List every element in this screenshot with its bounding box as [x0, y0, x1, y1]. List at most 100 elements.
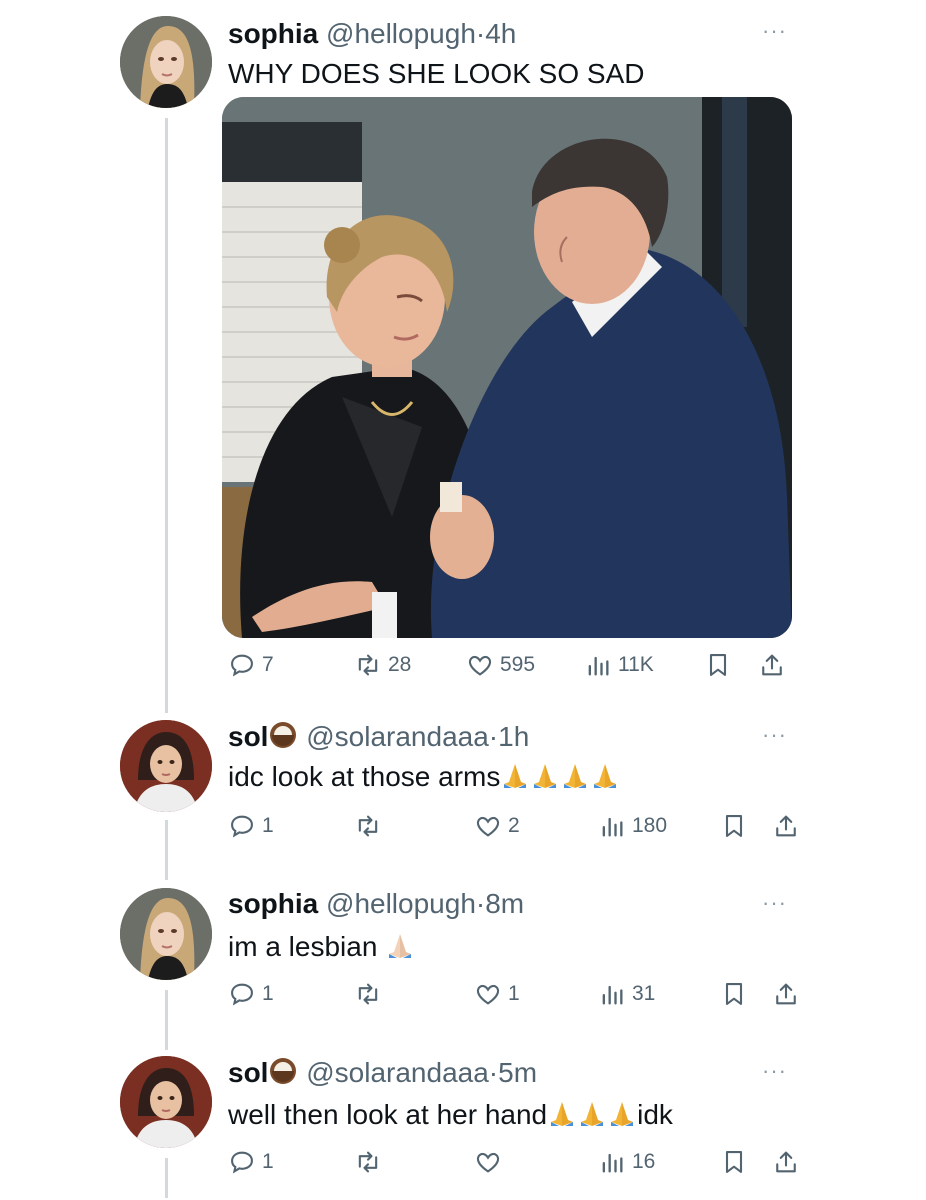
- tweet-actions: 7 28 595 11K: [228, 651, 798, 685]
- tweet[interactable]: sol @solarandaaa·5m ··· well then look a…: [0, 1050, 926, 1200]
- bar-chart-icon: [602, 1153, 623, 1173]
- views-button[interactable]: 11K: [584, 651, 654, 679]
- reply-button[interactable]: 1: [228, 812, 274, 840]
- tweet-text-content: idc look at those arms: [228, 761, 501, 792]
- speech-bubble-icon: [231, 1151, 253, 1174]
- view-count: 180: [632, 814, 668, 837]
- share-button[interactable]: [772, 980, 800, 1008]
- tweet-text: idc look at those arms: [228, 760, 620, 793]
- avatar[interactable]: [120, 888, 212, 980]
- folded-hands-emoji: [590, 760, 620, 790]
- tweet[interactable]: sol @solarandaaa·1h ··· idc look at thos…: [0, 712, 926, 872]
- view-count: 16: [632, 1150, 656, 1173]
- folded-hands-emoji: [560, 760, 590, 790]
- share-button[interactable]: [772, 1148, 800, 1176]
- share-upload-icon: [776, 983, 796, 1005]
- heart-icon: [476, 1152, 500, 1173]
- bookmark-button[interactable]: [720, 1148, 748, 1176]
- like-button[interactable]: 2: [474, 812, 520, 840]
- reply-button[interactable]: 1: [228, 980, 274, 1008]
- retweet-button[interactable]: [354, 812, 388, 840]
- views-button[interactable]: 16: [598, 1148, 655, 1176]
- user-handle[interactable]: @solarandaaa: [306, 721, 489, 752]
- share-upload-icon: [776, 815, 796, 837]
- retweet-arrows-icon: [358, 815, 378, 837]
- tweet-text: well then look at her hand idk: [228, 1098, 673, 1131]
- reply-button[interactable]: 1: [228, 1148, 274, 1176]
- retweet-button[interactable]: [354, 1148, 388, 1176]
- display-name[interactable]: sol: [228, 721, 268, 752]
- speech-bubble-icon: [231, 654, 253, 677]
- share-button[interactable]: [772, 812, 800, 840]
- views-button[interactable]: 180: [598, 812, 667, 840]
- tweet-text: WHY DOES SHE LOOK SO SAD: [228, 58, 645, 89]
- tweet-header: sophia @hellopugh·8m: [228, 888, 524, 920]
- user-handle[interactable]: @hellopugh: [326, 18, 476, 49]
- more-options-button[interactable]: ···: [762, 1058, 787, 1084]
- bookmark-icon: [709, 654, 727, 676]
- retweet-arrows-icon: [358, 1151, 378, 1173]
- folded-hands-emoji: [607, 1098, 637, 1128]
- like-button[interactable]: [474, 1148, 508, 1176]
- reply-count: 1: [262, 814, 274, 837]
- timestamp[interactable]: 1h: [498, 721, 529, 752]
- timestamp[interactable]: 4h: [485, 18, 516, 49]
- bookmark-icon: [725, 815, 743, 837]
- retweet-button[interactable]: [354, 980, 388, 1008]
- more-options-button[interactable]: ···: [762, 890, 787, 916]
- user-handle[interactable]: @solarandaaa: [306, 1057, 489, 1088]
- bookmark-button[interactable]: [704, 651, 732, 679]
- tweet[interactable]: sophia @hellopugh·8m ··· im a lesbian 1 …: [0, 882, 926, 1042]
- tweet-header: sol @solarandaaa·5m: [228, 1056, 537, 1089]
- like-count: 1: [508, 982, 520, 1005]
- tweet-text: im a lesbian: [228, 930, 415, 963]
- separator: ·: [475, 18, 486, 49]
- tweet-text-content: well then look at her hand: [228, 1099, 548, 1130]
- tweet-actions: 1 16: [228, 1148, 798, 1182]
- retweet-count: 28: [388, 653, 412, 676]
- tweet-photo[interactable]: [222, 97, 792, 638]
- more-options-button[interactable]: ···: [762, 18, 787, 44]
- view-count: 31: [632, 982, 656, 1005]
- display-name[interactable]: sol: [228, 1057, 268, 1088]
- tweet-header: sophia @hellopugh·4h: [228, 18, 516, 50]
- coconut-emoji: [268, 1056, 298, 1086]
- folded-hands-emoji: [530, 760, 560, 790]
- avatar[interactable]: [120, 16, 212, 108]
- timestamp[interactable]: 5m: [498, 1057, 537, 1088]
- display-name[interactable]: sophia: [228, 888, 318, 919]
- bar-chart-icon: [602, 985, 623, 1005]
- separator: ·: [475, 888, 486, 919]
- avatar[interactable]: [120, 1056, 212, 1148]
- share-button[interactable]: [758, 651, 786, 679]
- bookmark-icon: [725, 1151, 743, 1173]
- folded-hands-emoji: [500, 760, 530, 790]
- user-handle[interactable]: @hellopugh: [326, 888, 476, 919]
- retweet-arrows-icon: [358, 983, 378, 1005]
- speech-bubble-icon: [231, 983, 253, 1006]
- tweet-text-suffix: idk: [637, 1099, 673, 1130]
- bar-chart-icon: [588, 656, 609, 676]
- like-count: 595: [500, 653, 536, 676]
- reply-count: 7: [262, 653, 274, 676]
- views-button[interactable]: 31: [598, 980, 655, 1008]
- bookmark-button[interactable]: [720, 812, 748, 840]
- avatar[interactable]: [120, 720, 212, 812]
- heart-icon: [476, 816, 500, 837]
- speech-bubble-icon: [231, 815, 253, 838]
- tweet-text-content: im a lesbian: [228, 931, 378, 962]
- more-options-button[interactable]: ···: [762, 722, 787, 748]
- bookmark-button[interactable]: [720, 980, 748, 1008]
- tweet[interactable]: sophia @hellopugh·4h ··· WHY DOES SHE LO…: [0, 0, 926, 700]
- retweet-button[interactable]: 28: [354, 651, 411, 679]
- like-button[interactable]: 595: [466, 651, 535, 679]
- timestamp[interactable]: 8m: [485, 888, 524, 919]
- folded-hands-emoji: [385, 930, 415, 960]
- separator: ·: [488, 721, 499, 752]
- folded-hands-emoji: [577, 1098, 607, 1128]
- reply-button[interactable]: 7: [228, 651, 274, 679]
- tweet-header: sol @solarandaaa·1h: [228, 720, 529, 753]
- tweet-actions: 1 1 31: [228, 980, 798, 1014]
- display-name[interactable]: sophia: [228, 18, 318, 49]
- like-button[interactable]: 1: [474, 980, 520, 1008]
